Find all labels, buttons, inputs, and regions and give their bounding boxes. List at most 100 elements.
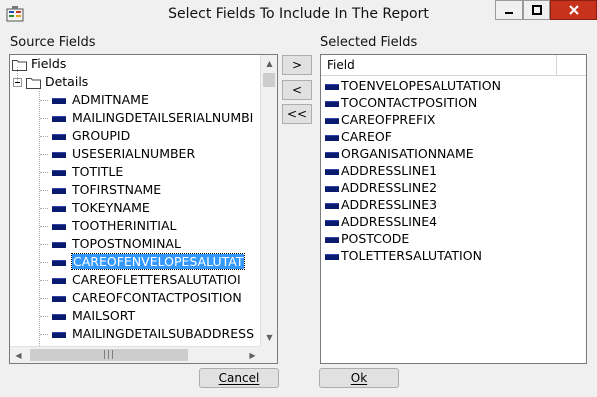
- selected-field-label: ADDRESSLINE1: [341, 163, 438, 178]
- tree-connector: [40, 280, 48, 281]
- ok-label: Ok: [350, 371, 368, 385]
- tree-connector: [40, 316, 48, 317]
- source-field-item[interactable]: GROUPID: [40, 127, 130, 145]
- source-field-label: TOOTHERINITIAL: [72, 218, 177, 233]
- field-icon: [52, 277, 66, 284]
- tree-connector: [40, 244, 48, 245]
- field-icon: [325, 83, 339, 90]
- tree-connector: [40, 118, 48, 119]
- field-icon: [52, 169, 66, 176]
- selected-field-label: ADDRESSLINE2: [341, 180, 438, 195]
- source-field-item[interactable]: CAREOFENVELOPESALUTAT: [40, 253, 246, 271]
- source-field-label: USESERIALNUMBER: [72, 146, 196, 161]
- remove-all-button[interactable]: <<: [282, 104, 312, 124]
- ok-button[interactable]: Ok: [319, 368, 399, 388]
- source-field-label: TOFIRSTNAME: [72, 182, 162, 197]
- scroll-left-icon[interactable]: ◀: [10, 347, 27, 363]
- selected-field-label: TOLETTERSALUTATION: [341, 248, 482, 263]
- source-field-label: TOPOSTNOMINAL: [72, 236, 181, 251]
- field-icon: [52, 259, 66, 266]
- tree-connector: [40, 172, 48, 173]
- selected-field-item[interactable]: ADDRESSLINE1: [325, 162, 437, 180]
- source-field-label: MAILINGDETAILSUBADDRESS: [72, 326, 255, 341]
- selected-field-item[interactable]: ADDRESSLINE2: [325, 179, 437, 197]
- source-field-item[interactable]: TOPOSTNOMINAL: [40, 235, 181, 253]
- source-field-item[interactable]: MAILINGDETAILSERIALNUMBI: [40, 109, 253, 127]
- vertical-scrollbar[interactable]: ▲ ▼: [260, 55, 277, 346]
- field-icon: [52, 151, 66, 158]
- field-icon: [325, 117, 339, 124]
- selected-field-item[interactable]: ADDRESSLINE3: [325, 196, 437, 214]
- close-button[interactable]: [550, 0, 597, 20]
- remove-field-button[interactable]: <: [282, 80, 312, 100]
- selected-field-item[interactable]: TOENVELOPESALUTATION: [325, 77, 501, 95]
- maximize-icon: [531, 5, 542, 15]
- source-field-label: CAREOFENVELOPESALUTAT: [70, 253, 246, 270]
- scroll-down-icon[interactable]: ▼: [261, 329, 277, 346]
- tree-connector: [40, 298, 48, 299]
- vertical-scroll-thumb[interactable]: [263, 73, 275, 87]
- selected-field-label: POSTCODE: [341, 231, 410, 246]
- column-header-blank: [557, 55, 586, 75]
- scroll-right-icon[interactable]: ▶: [244, 347, 261, 363]
- scroll-up-icon[interactable]: ▲: [261, 55, 277, 72]
- field-icon: [52, 97, 66, 104]
- horizontal-scroll-thumb[interactable]: |||: [30, 349, 188, 361]
- tree-connector: [40, 136, 48, 137]
- cancel-button[interactable]: Cancel: [199, 368, 279, 388]
- selected-fields-list[interactable]: Field TOENVELOPESALUTATION TOCONTACTPOSIT…: [320, 54, 587, 364]
- field-icon: [52, 331, 66, 338]
- tree-connector: [40, 226, 48, 227]
- source-field-label: TOKEYNAME: [72, 200, 150, 215]
- tree-connector: [40, 190, 48, 191]
- source-field-label: ADMITNAME: [72, 92, 149, 107]
- minimize-button[interactable]: [495, 0, 523, 20]
- field-icon: [52, 133, 66, 140]
- field-icon: [52, 205, 66, 212]
- field-icon: [325, 185, 339, 192]
- selected-field-item[interactable]: TOLETTERSALUTATION: [325, 247, 482, 265]
- field-icon: [325, 151, 339, 158]
- source-field-label: TOTITLE: [72, 164, 124, 179]
- column-header-field[interactable]: Field: [321, 55, 557, 75]
- source-field-item[interactable]: USESERIALNUMBER: [40, 145, 195, 163]
- selected-field-item[interactable]: ADDRESSLINE4: [325, 213, 437, 231]
- selected-field-item[interactable]: POSTCODE: [325, 230, 409, 248]
- selected-field-label: ADDRESSLINE3: [341, 197, 438, 212]
- source-field-item[interactable]: TOFIRSTNAME: [40, 181, 161, 199]
- field-icon: [325, 219, 339, 226]
- source-field-item[interactable]: TOOTHERINITIAL: [40, 217, 177, 235]
- selected-field-item[interactable]: CAREOF: [325, 128, 392, 146]
- field-icon: [52, 187, 66, 194]
- field-icon: [325, 168, 339, 175]
- selected-field-label: CAREOFPREFIX: [341, 112, 436, 127]
- source-field-item[interactable]: CAREOFLETTERSALUTATIOI: [40, 271, 241, 289]
- source-field-item[interactable]: TOTITLE: [40, 163, 123, 181]
- field-icon: [325, 253, 339, 260]
- field-icon: [325, 134, 339, 141]
- source-field-item[interactable]: CAREOFCONTACTPOSITION: [40, 289, 242, 307]
- selected-field-label: TOENVELOPESALUTATION: [341, 78, 501, 93]
- source-field-label: MAILSORT: [72, 308, 136, 323]
- list-header: Field: [321, 55, 586, 76]
- tree-view: Fields Details ADMITNAME MAILINGDETAILSER…: [10, 55, 261, 346]
- tree-connector: [40, 262, 48, 263]
- scrollbar-corner: [260, 346, 277, 363]
- source-field-item[interactable]: MAILSORT: [40, 307, 135, 325]
- selected-field-item[interactable]: ORGANISATIONNAME: [325, 145, 474, 163]
- selected-field-label: ORGANISATIONNAME: [341, 146, 474, 161]
- source-fields-tree[interactable]: Fields Details ADMITNAME MAILINGDETAILSER…: [9, 54, 278, 364]
- minimize-icon: [505, 12, 513, 14]
- selected-field-item[interactable]: TOCONTACTPOSITION: [325, 94, 477, 112]
- field-icon: [52, 241, 66, 248]
- source-field-item[interactable]: TOKEYNAME: [40, 199, 150, 217]
- maximize-button[interactable]: [523, 0, 550, 20]
- source-field-item[interactable]: ADMITNAME: [40, 91, 149, 109]
- field-icon: [52, 223, 66, 230]
- horizontal-scrollbar[interactable]: ◀ ||| ▶: [10, 346, 261, 363]
- add-field-button[interactable]: >: [282, 55, 312, 75]
- title-bar: Select Fields To Include In The Report: [0, 0, 597, 30]
- selected-field-item[interactable]: CAREOFPREFIX: [325, 111, 435, 129]
- tree-connector: [40, 334, 48, 335]
- source-field-item[interactable]: MAILINGDETAILSUBADDRESS: [40, 325, 254, 343]
